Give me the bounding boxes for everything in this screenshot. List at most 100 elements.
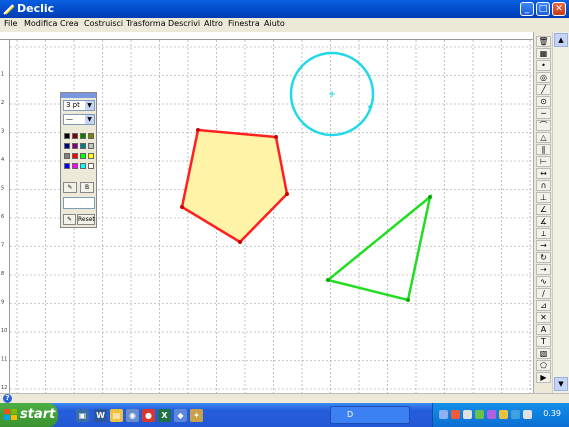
tray-icon[interactable] bbox=[439, 410, 448, 419]
folder-icon[interactable]: ▤ bbox=[110, 409, 123, 422]
title-bar[interactable]: Declic _ □ ✕ bbox=[0, 0, 569, 18]
vertex-point[interactable] bbox=[180, 205, 184, 209]
desktop-icon[interactable]: ▣ bbox=[76, 409, 89, 422]
menu-file[interactable]: File bbox=[4, 19, 17, 28]
color-swatch[interactable] bbox=[64, 153, 70, 159]
compass-icon[interactable]: ⌒ bbox=[536, 120, 551, 131]
pencil-icon[interactable]: ✎ bbox=[63, 214, 76, 225]
color-swatch[interactable] bbox=[80, 143, 86, 149]
tray-icon[interactable] bbox=[499, 410, 508, 419]
color-swatch[interactable] bbox=[72, 143, 78, 149]
start-button[interactable]: start bbox=[0, 403, 58, 427]
bisector-icon[interactable]: ∠ bbox=[536, 204, 551, 215]
angle-icon[interactable]: ∡ bbox=[536, 216, 551, 227]
pentagon-shape[interactable] bbox=[180, 128, 289, 244]
color-swatch[interactable] bbox=[88, 133, 94, 139]
close-button[interactable]: ✕ bbox=[552, 2, 566, 16]
parallel-icon[interactable]: ∥ bbox=[536, 144, 551, 155]
segment-icon[interactable]: ╱ bbox=[536, 84, 551, 95]
translation-icon[interactable]: ⇢ bbox=[536, 264, 551, 275]
measure-icon[interactable]: ↔ bbox=[536, 168, 551, 179]
vertex-point[interactable] bbox=[238, 240, 242, 244]
color-swatch[interactable] bbox=[88, 143, 94, 149]
tool-icon[interactable]: ✦ bbox=[190, 409, 203, 422]
scroll-up-button[interactable]: ▲ bbox=[554, 33, 568, 47]
menu-finestra[interactable]: Finestra bbox=[228, 19, 260, 28]
locus-icon[interactable]: ∿ bbox=[536, 276, 551, 287]
volume-icon[interactable] bbox=[523, 410, 532, 419]
fill-icon[interactable]: ▧ bbox=[536, 348, 551, 359]
graph-icon[interactable]: ∕ bbox=[536, 288, 551, 299]
tray-icon[interactable] bbox=[511, 410, 520, 419]
symmetry-icon[interactable]: ⟂ bbox=[536, 228, 551, 239]
vertex-point[interactable] bbox=[274, 135, 278, 139]
menu-costruisci[interactable]: Costruisci bbox=[84, 19, 123, 28]
polygon-icon[interactable]: ⬠ bbox=[536, 360, 551, 371]
word-icon[interactable]: W bbox=[94, 409, 107, 422]
perpendicular-icon[interactable]: ⊥ bbox=[536, 192, 551, 203]
help-icon[interactable]: ? bbox=[3, 394, 12, 403]
explorer-icon[interactable]: ◉ bbox=[126, 409, 139, 422]
line-style-select[interactable]: — ▼ bbox=[63, 114, 95, 125]
fill-mode-button[interactable]: B bbox=[80, 182, 94, 193]
color-swatch[interactable] bbox=[80, 153, 86, 159]
tray-icon[interactable] bbox=[451, 410, 460, 419]
vertex-point[interactable] bbox=[428, 195, 432, 199]
scroll-down-button[interactable]: ▼ bbox=[554, 377, 568, 391]
minimize-button[interactable]: _ bbox=[520, 2, 534, 16]
color-swatch[interactable] bbox=[64, 163, 70, 169]
color-swatch[interactable] bbox=[80, 163, 86, 169]
vertex-point[interactable] bbox=[285, 192, 289, 196]
taskbar-declic-button[interactable]: D bbox=[330, 406, 410, 424]
maximize-button[interactable]: □ bbox=[536, 2, 550, 16]
menu-crea[interactable]: Crea bbox=[60, 19, 79, 28]
color-swatch[interactable] bbox=[80, 133, 86, 139]
circle-center[interactable] bbox=[329, 91, 335, 97]
menu-trasforma[interactable]: Trasforma bbox=[126, 19, 166, 28]
color-swatch[interactable] bbox=[72, 163, 78, 169]
color-swatch[interactable] bbox=[72, 153, 78, 159]
reset-button[interactable]: Reset bbox=[77, 214, 95, 225]
chevron-down-icon[interactable]: ▼ bbox=[85, 115, 94, 124]
tray-icon[interactable] bbox=[463, 410, 472, 419]
tangent-icon[interactable]: ⊿ bbox=[536, 300, 551, 311]
intersection-icon[interactable]: ✕ bbox=[536, 312, 551, 323]
color-swatch[interactable] bbox=[88, 153, 94, 159]
chevron-down-icon[interactable]: ▼ bbox=[85, 101, 94, 110]
run-icon[interactable]: ▶ bbox=[536, 372, 551, 383]
triangle-shape[interactable] bbox=[325, 193, 432, 302]
rotation-icon[interactable]: ↻ bbox=[536, 252, 551, 263]
menu-altro[interactable]: Altro bbox=[204, 19, 223, 28]
color-swatch[interactable] bbox=[88, 163, 94, 169]
midpoint-icon[interactable]: ⊢ bbox=[536, 156, 551, 167]
vertex-point[interactable] bbox=[196, 128, 200, 132]
app-icon[interactable]: ◆ bbox=[174, 409, 187, 422]
color-swatch[interactable] bbox=[64, 133, 70, 139]
pen-color-button[interactable]: ✎ bbox=[63, 182, 77, 193]
color-swatch[interactable] bbox=[72, 133, 78, 139]
grid-icon[interactable]: ▦ bbox=[536, 48, 551, 59]
point-icon[interactable]: • bbox=[536, 60, 551, 71]
vertex-point[interactable] bbox=[326, 278, 330, 282]
palette-header[interactable] bbox=[61, 93, 96, 98]
menu-aiuto[interactable]: Aiuto bbox=[264, 19, 285, 28]
vector-icon[interactable]: → bbox=[536, 240, 551, 251]
tray-icon[interactable] bbox=[475, 410, 484, 419]
line-width-select[interactable]: 3 pt ▼ bbox=[63, 100, 95, 111]
browser-icon[interactable]: ● bbox=[142, 409, 155, 422]
label-icon[interactable]: A bbox=[536, 324, 551, 335]
trash-icon[interactable]: 🗑 bbox=[536, 36, 551, 47]
menu-descrivi[interactable]: Descrivi bbox=[168, 19, 200, 28]
arc-icon[interactable]: ∩ bbox=[536, 180, 551, 191]
circle-point[interactable] bbox=[368, 105, 372, 109]
triangle-icon[interactable]: △ bbox=[536, 132, 551, 143]
color-swatch[interactable] bbox=[64, 143, 70, 149]
excel-icon[interactable]: X bbox=[158, 409, 171, 422]
text-icon[interactable]: T bbox=[536, 336, 551, 347]
vertex-point[interactable] bbox=[406, 298, 410, 302]
menu-modifica[interactable]: Modifica bbox=[24, 19, 57, 28]
circle-tool-icon[interactable]: ◎ bbox=[536, 72, 551, 83]
tray-icon[interactable] bbox=[487, 410, 496, 419]
vertical-scrollbar[interactable]: ▲ ▼ bbox=[552, 32, 569, 393]
line-icon[interactable]: ─ bbox=[536, 108, 551, 119]
